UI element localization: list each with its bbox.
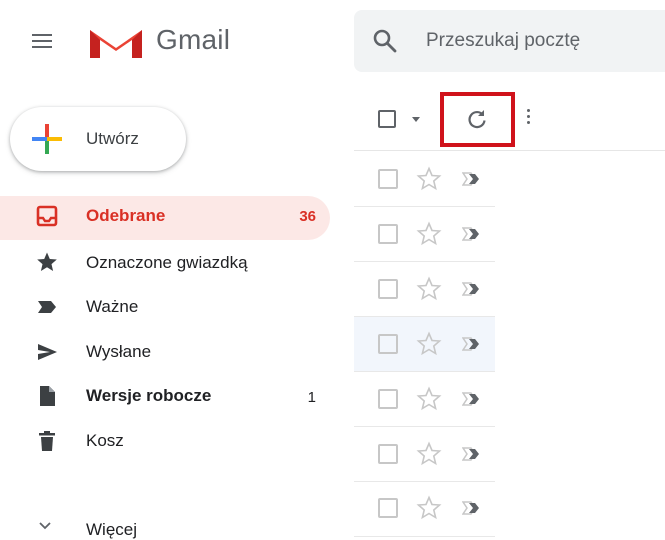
- row-checkbox[interactable]: [378, 334, 398, 354]
- row-checkbox[interactable]: [378, 169, 398, 189]
- send-icon: [38, 344, 57, 360]
- sidebar-item-label: Odebrane: [86, 206, 166, 225]
- star-outline-icon[interactable]: [416, 221, 442, 247]
- mail-row[interactable]: [354, 372, 495, 427]
- sidebar-item-label: Oznaczone gwiazdką: [86, 253, 248, 272]
- compose-label: Utwórz: [86, 129, 139, 148]
- sidebar-item-label: Wysłane: [86, 342, 152, 361]
- sidebar-item-label: Kosz: [86, 431, 124, 450]
- chevron-down-icon[interactable]: [38, 521, 52, 531]
- row-checkbox[interactable]: [378, 279, 398, 299]
- app-brand[interactable]: Gmail: [156, 24, 230, 56]
- row-checkbox[interactable]: [378, 498, 398, 518]
- star-outline-icon[interactable]: [416, 331, 442, 357]
- search-icon[interactable]: [372, 28, 398, 54]
- importance-marker-icon[interactable]: [462, 336, 482, 352]
- unread-count: 36: [299, 208, 316, 225]
- star-outline-icon[interactable]: [416, 495, 442, 521]
- mail-row[interactable]: [354, 152, 495, 207]
- star-outline-icon[interactable]: [416, 441, 442, 467]
- row-checkbox[interactable]: [378, 224, 398, 244]
- importance-marker-icon[interactable]: [462, 226, 482, 242]
- toolbar-divider: [354, 150, 665, 151]
- important-icon: [38, 301, 56, 313]
- sidebar-item-label: Wersje robocze: [86, 386, 212, 405]
- star-outline-icon[interactable]: [416, 166, 442, 192]
- more-labels-link[interactable]: Więcej: [86, 520, 137, 540]
- star-icon: [37, 252, 57, 271]
- mail-row[interactable]: [354, 262, 495, 317]
- mail-row[interactable]: [354, 482, 495, 537]
- draft-icon: [40, 386, 55, 406]
- chevron-down-icon[interactable]: [412, 117, 420, 122]
- search-input[interactable]: [426, 28, 656, 54]
- importance-marker-icon[interactable]: [462, 391, 482, 407]
- row-checkbox[interactable]: [378, 389, 398, 409]
- main-menu-icon[interactable]: [30, 30, 54, 52]
- refresh-icon[interactable]: [465, 107, 489, 131]
- importance-marker-icon[interactable]: [462, 500, 482, 516]
- star-outline-icon[interactable]: [416, 276, 442, 302]
- trash-icon: [39, 431, 55, 451]
- mail-row[interactable]: [354, 427, 495, 482]
- inbox-icon: [36, 205, 58, 227]
- drafts-count: 1: [307, 389, 316, 406]
- importance-marker-icon[interactable]: [462, 446, 482, 462]
- plus-icon: [32, 124, 62, 154]
- mail-row[interactable]: [354, 317, 495, 372]
- star-outline-icon[interactable]: [416, 386, 442, 412]
- row-checkbox[interactable]: [378, 444, 398, 464]
- more-vert-icon[interactable]: [525, 106, 531, 130]
- importance-marker-icon[interactable]: [462, 171, 482, 187]
- gmail-logo-icon[interactable]: [86, 20, 146, 62]
- mail-row[interactable]: [354, 207, 495, 262]
- importance-marker-icon[interactable]: [462, 281, 482, 297]
- sidebar-item-label: Ważne: [86, 297, 139, 316]
- select-all-checkbox[interactable]: [378, 110, 396, 128]
